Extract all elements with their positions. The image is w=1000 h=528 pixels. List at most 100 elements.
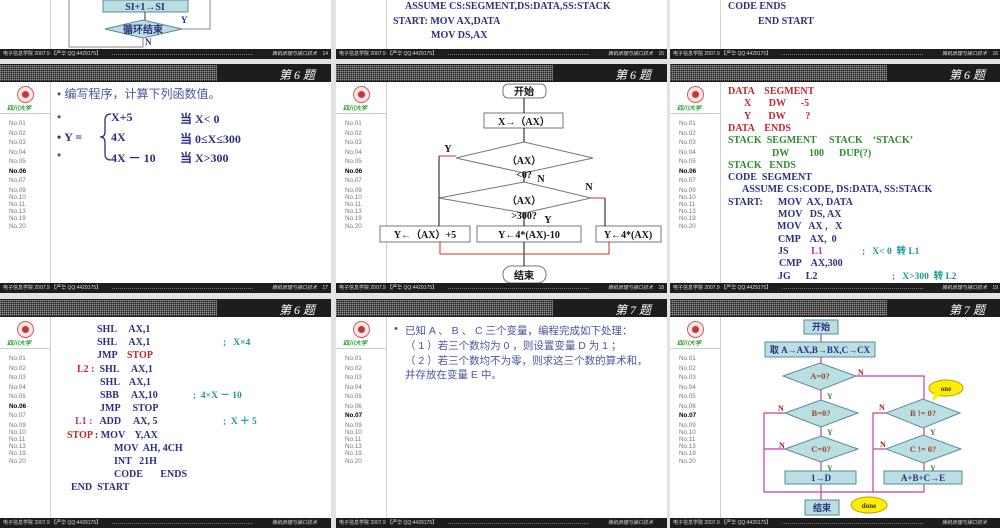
nav-item-no19[interactable]: No.19 bbox=[679, 215, 696, 222]
no-label: N bbox=[537, 174, 545, 185]
nav-item-no10[interactable]: No.10 bbox=[9, 194, 26, 201]
nav-item-no06[interactable]: No.06 bbox=[9, 168, 26, 175]
code-token: ADD AX, 5 bbox=[92, 416, 158, 428]
footer-course: 微机原理与接口技术 bbox=[271, 285, 317, 291]
nav-item-no01[interactable]: No.01 bbox=[345, 355, 362, 362]
nav-item-no19[interactable]: No.19 bbox=[9, 450, 26, 457]
nav-item-no20[interactable]: No.20 bbox=[9, 458, 26, 465]
footer-author: 电子信息学院 2007.9 【严华 QQ:4429175】 bbox=[3, 51, 102, 57]
nav-item-no20[interactable]: No.20 bbox=[9, 223, 26, 230]
intro-bullet: • 编写程序，计算下列函数值。 bbox=[57, 87, 221, 101]
nav-item-no11[interactable]: No.11 bbox=[679, 201, 695, 208]
nav-item-no11[interactable]: No.11 bbox=[9, 436, 25, 443]
nav-item-no06[interactable]: No.06 bbox=[345, 403, 362, 410]
no-label: N bbox=[879, 403, 885, 412]
slide-20[interactable]: 四川大学 No.01 No.02 No.03 No.04 No.05 No.06 No.07 N… bbox=[0, 299, 331, 528]
code-token: END START bbox=[758, 15, 814, 27]
slide-title: 第 7 题 bbox=[948, 303, 985, 317]
nav-item-no13[interactable]: No.13 bbox=[9, 208, 26, 215]
callout-done-label: done bbox=[862, 502, 876, 510]
code-comment: ; X< 0 转 L1 bbox=[862, 246, 920, 257]
slide-title: 第 6 题 bbox=[614, 68, 651, 82]
nav-item-no04[interactable]: No.04 bbox=[345, 384, 362, 391]
nav-item-no04[interactable]: No.04 bbox=[9, 384, 26, 391]
nav-item-no01[interactable]: No.01 bbox=[679, 120, 696, 127]
nav-item-no09[interactable]: No.09 bbox=[345, 422, 362, 429]
slide-14[interactable]: 四川大学No.01No.02No.03No.04No.05No.06No.07N… bbox=[0, 0, 331, 59]
nav-item-no05[interactable]: No.05 bbox=[345, 393, 362, 400]
code-token: JS bbox=[778, 245, 812, 257]
nav-item-no11[interactable]: No.11 bbox=[345, 436, 361, 443]
code-line: SHL AX,1 ; X×4 bbox=[97, 337, 250, 349]
nav-item-no02[interactable]: No.02 bbox=[345, 365, 362, 372]
nav-item-no05[interactable]: No.05 bbox=[679, 158, 696, 165]
nav-item-no09[interactable]: No.09 bbox=[9, 422, 26, 429]
slide-footer: 电子信息学院 2007.9 【严华 QQ:4429175】 微机原理与接口技术 15 bbox=[336, 49, 667, 59]
sidebar: 四川大学No.01No.02No.03No.04No.05No.06No.07N… bbox=[670, 0, 721, 49]
nav-item-no02[interactable]: No.02 bbox=[9, 130, 26, 137]
code-token: L1 : bbox=[75, 416, 93, 428]
nav-item-no03[interactable]: No.03 bbox=[9, 374, 26, 381]
nav-item-no19[interactable]: No.19 bbox=[345, 450, 362, 457]
nav-item-no03[interactable]: No.03 bbox=[345, 374, 362, 381]
nav-item-no07[interactable]: No.07 bbox=[679, 177, 696, 184]
nav-item-no13[interactable]: No.13 bbox=[345, 443, 362, 450]
nav-item-no03[interactable]: No.03 bbox=[679, 139, 696, 146]
nav-item-no19[interactable]: No.19 bbox=[9, 215, 26, 222]
code-token: STACK SEGMENT STACK ‘STACK’ bbox=[728, 135, 914, 147]
set-d-label: 1→D bbox=[811, 473, 832, 483]
cond2-label-2: >300? bbox=[511, 211, 537, 222]
nav-item-no05[interactable]: No.05 bbox=[9, 393, 26, 400]
sidebar: 四川大学No.01No.02No.03No.04No.05No.06No.07N… bbox=[336, 0, 387, 49]
slide-19[interactable]: 四川大学 No.01 No.02 No.03 No.04 No.05 No.06 No.07 N… bbox=[670, 64, 1000, 293]
code-line: SHL AX,1 bbox=[100, 377, 151, 389]
nav-item-no06[interactable]: No.06 bbox=[9, 403, 26, 410]
nav-item-no11[interactable]: No.11 bbox=[9, 201, 25, 208]
university-logo-text: 四川大学 bbox=[7, 105, 32, 112]
slide-15[interactable]: 四川大学No.01No.02No.03No.04No.05No.06No.07N… bbox=[336, 0, 667, 59]
slide-18[interactable]: 四川大学 No.01 No.02 No.03 No.04 No.05 No.06 No.07 N… bbox=[336, 64, 667, 293]
nav-item-no09[interactable]: No.09 bbox=[679, 187, 696, 194]
nav-item-no02[interactable]: No.02 bbox=[9, 365, 26, 372]
nav-item-no09[interactable]: No.09 bbox=[9, 187, 26, 194]
yes-label: Y bbox=[544, 215, 552, 226]
nav-item-no10[interactable]: No.10 bbox=[345, 429, 362, 436]
nav-item-no13[interactable]: No.13 bbox=[9, 443, 26, 450]
nav-item-no04[interactable]: No.04 bbox=[9, 149, 26, 156]
yes-label: Y bbox=[181, 15, 188, 25]
slide-17[interactable]: 四川大学 No.01 No.02 No.03 No.04 No.05 No.06 No.07 N… bbox=[0, 64, 331, 293]
nav-item-no10[interactable]: No.10 bbox=[679, 194, 696, 201]
code-token: INT 21H bbox=[114, 456, 157, 467]
nav-item-no05[interactable]: No.05 bbox=[9, 158, 26, 165]
nav-item-no02[interactable]: No.02 bbox=[679, 130, 696, 137]
code-token: Y DW ? bbox=[744, 110, 811, 122]
nav-item-no06[interactable]: No.06 bbox=[679, 168, 696, 175]
code-token: DW 100 DUP(?) bbox=[772, 147, 872, 159]
code-token: STACK ENDS bbox=[728, 159, 796, 171]
nav-item-no03[interactable]: No.03 bbox=[9, 139, 26, 146]
footer-dotted-rule bbox=[448, 523, 589, 524]
nav-item-no07[interactable]: No.07 bbox=[9, 412, 26, 419]
nav-item-no04[interactable]: No.04 bbox=[679, 149, 696, 156]
slide-21[interactable]: 四川大学 No.01 No.02 No.03 No.04 No.05 No.06 No.07 N… bbox=[336, 299, 667, 528]
nav-item-no13[interactable]: No.13 bbox=[679, 208, 696, 215]
nav-item-no10[interactable]: No.10 bbox=[9, 429, 26, 436]
y-label: Y = bbox=[64, 130, 83, 144]
slide-16[interactable]: 四川大学No.01No.02No.03No.04No.05No.06No.07N… bbox=[670, 0, 1000, 59]
nav-item-no20[interactable]: No.20 bbox=[679, 223, 696, 230]
slide-footer: 电子信息学院 2007.9 【严华 QQ:4429175】 微机原理与接口技术 16 bbox=[670, 49, 1000, 59]
code-token: : MOV Y,AX bbox=[92, 429, 158, 441]
nav-item-no01[interactable]: No.01 bbox=[9, 355, 26, 362]
slide-22[interactable]: 四川大学 No.01 No.02 No.03 No.04 No.05 No.06 No.07 N… bbox=[670, 299, 1000, 528]
yes-label: Y bbox=[827, 392, 833, 401]
nav-item-no07[interactable]: No.07 bbox=[9, 177, 26, 184]
code-line: CODE SEGMENT bbox=[728, 172, 812, 184]
code-token: CODE ENDS bbox=[728, 1, 787, 12]
start-label: 开始 bbox=[514, 85, 534, 98]
nav-item-no01[interactable]: No.01 bbox=[9, 120, 26, 127]
yes-label: Y bbox=[827, 464, 833, 473]
code-comment: ; X>300 转 L2 bbox=[892, 271, 957, 282]
nav-item-no20[interactable]: No.20 bbox=[345, 458, 362, 465]
code-token: MOV DS,AX bbox=[431, 30, 488, 41]
nav-item-no07[interactable]: No.07 bbox=[345, 412, 362, 419]
